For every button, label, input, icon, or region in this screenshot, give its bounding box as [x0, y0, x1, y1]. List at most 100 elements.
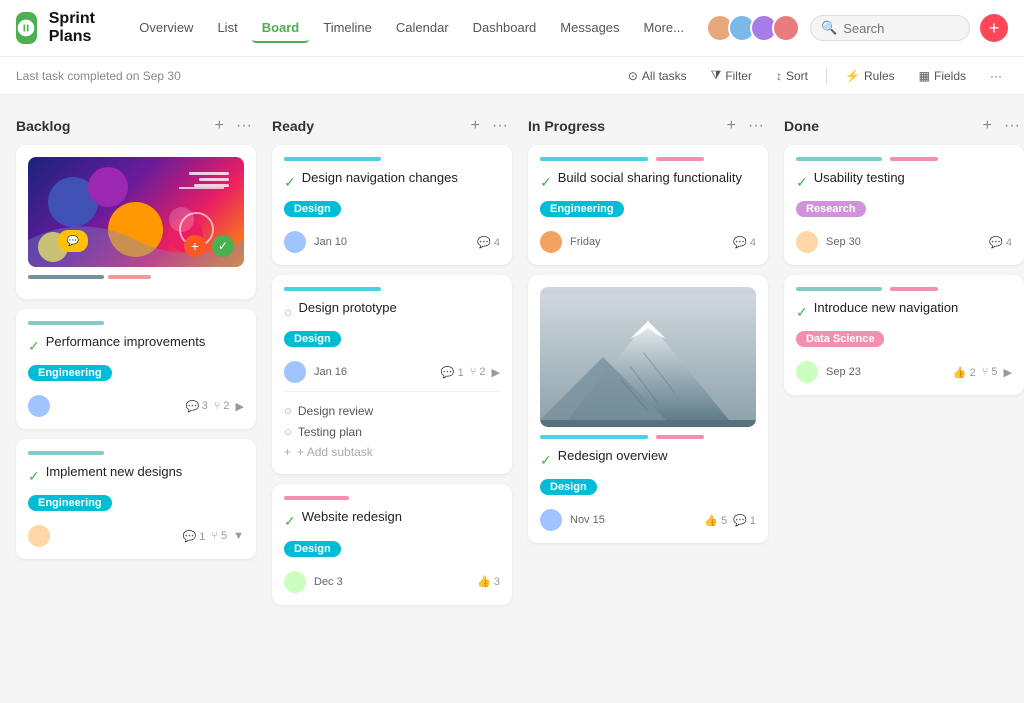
tab-board[interactable]: Board	[252, 14, 310, 43]
card-footer: Nov 15 👍 5 💬 1	[540, 509, 756, 531]
tag-engineering: Engineering	[28, 365, 112, 381]
expand-icon[interactable]: ▶	[1004, 366, 1012, 379]
expand-icon[interactable]: ▼	[233, 530, 244, 542]
more-icon: ▶	[236, 400, 244, 413]
column-add-btn[interactable]: +	[979, 115, 996, 137]
like-count: 👍 2	[953, 366, 976, 379]
search-box[interactable]: 🔍	[810, 15, 970, 41]
card-build-social: ✓ Build social sharing functionality Eng…	[528, 145, 768, 265]
card-title: Performance improvements	[46, 333, 206, 351]
card-redesign-overview: ✓ Redesign overview Design Nov 15 👍 5 💬 …	[528, 275, 768, 543]
sort-icon: ↕	[776, 69, 782, 83]
card-title: Build social sharing functionality	[558, 169, 742, 187]
all-tasks-btn[interactable]: ⊙ All tasks	[622, 66, 693, 86]
tab-messages[interactable]: Messages	[550, 14, 629, 43]
avatar	[284, 231, 306, 253]
more-options-btn[interactable]: ···	[984, 66, 1008, 86]
tag-engineering: Engineering	[28, 495, 112, 511]
card-footer: Dec 3 👍 3	[284, 571, 500, 593]
subtask-item: ○ Design review	[284, 400, 500, 421]
add-subtask-btn[interactable]: + + Add subtask	[284, 442, 500, 462]
tab-overview[interactable]: Overview	[129, 14, 203, 43]
color-bars	[28, 321, 244, 325]
color-bars	[284, 287, 500, 291]
card-stats: 💬 4	[477, 236, 500, 249]
avatar	[540, 509, 562, 531]
tab-list[interactable]: List	[207, 14, 247, 43]
color-bar	[796, 157, 882, 161]
color-bar	[284, 157, 381, 161]
speech-icon: 💬	[58, 230, 88, 252]
comment-count: 💬 4	[477, 236, 500, 249]
card-check: ✓ Usability testing	[796, 169, 1012, 195]
column-title-backlog: Backlog	[16, 118, 70, 134]
subtask-list: ○ Design review ○ Testing plan + + Add s…	[284, 391, 500, 462]
column-menu-btn[interactable]: ···	[1000, 115, 1024, 137]
card-check: ○ Design prototype	[284, 299, 500, 325]
line-group	[189, 172, 229, 187]
color-bar	[796, 287, 882, 291]
expand-icon[interactable]: ▶	[492, 366, 500, 379]
last-task-status: Last task completed on Sep 30	[16, 69, 606, 83]
color-bar	[284, 496, 349, 500]
card-stats: 👍 5 💬 1	[704, 514, 756, 527]
add-button[interactable]: +	[980, 14, 1008, 42]
column-header-actions: + ···	[723, 115, 768, 137]
shape	[179, 187, 224, 189]
tag-design: Design	[284, 331, 341, 347]
comment-count: 💬 4	[989, 236, 1012, 249]
column-in-progress: In Progress + ··· ✓ Build social sharing…	[528, 111, 768, 553]
column-menu-btn[interactable]: ···	[744, 115, 768, 137]
sort-btn[interactable]: ↕ Sort	[770, 66, 814, 86]
card-date: Sep 23	[826, 366, 861, 378]
column-add-btn[interactable]: +	[723, 115, 740, 137]
card-stats: 💬 3 ⑂ 2 ▶	[186, 400, 244, 413]
color-bar	[28, 275, 104, 279]
column-header-in-progress: In Progress + ···	[528, 111, 768, 145]
like-count: 👍 5	[704, 514, 727, 527]
check-icon: ✓	[28, 338, 40, 355]
column-backlog: Backlog + ··· ✓	[16, 111, 256, 569]
column-menu-btn[interactable]: ···	[488, 115, 512, 137]
avatar	[772, 14, 800, 42]
sub-bar: Last task completed on Sep 30 ⊙ All task…	[0, 57, 1024, 95]
color-bars	[28, 451, 244, 455]
avatar	[284, 571, 306, 593]
subtask-check-icon: ○	[284, 424, 292, 439]
plus-badge: +	[184, 235, 206, 257]
card-stats: 👍 3	[477, 575, 500, 588]
tab-timeline[interactable]: Timeline	[313, 14, 382, 43]
color-bar	[28, 321, 104, 325]
column-menu-btn[interactable]: ···	[232, 115, 256, 137]
tab-calendar[interactable]: Calendar	[386, 14, 459, 43]
fields-btn[interactable]: ▦ Fields	[913, 66, 972, 86]
card-backlog-hero: ✓ + 💬	[16, 145, 256, 299]
branch-count: ⑂ 5	[211, 530, 227, 542]
card-date: Sep 30	[826, 236, 861, 248]
color-bar	[284, 287, 381, 291]
card-check: ✓ Performance improvements	[28, 333, 244, 359]
tab-dashboard[interactable]: Dashboard	[463, 14, 547, 43]
card-stats: 👍 2 ⑂ 5 ▶	[953, 366, 1012, 379]
column-header-actions: + ···	[979, 115, 1024, 137]
column-header-backlog: Backlog + ···	[16, 111, 256, 145]
card-check: ✓ Introduce new navigation	[796, 299, 1012, 325]
column-add-btn[interactable]: +	[467, 115, 484, 137]
tag-research: Research	[796, 201, 866, 217]
circle-icon: ⊙	[628, 69, 638, 83]
card-design-prototype: ○ Design prototype Design Jan 16 💬 1 ⑂ 2…	[272, 275, 512, 474]
card-title: Design prototype	[298, 299, 396, 317]
card-title: Usability testing	[814, 169, 905, 187]
check-icon: ✓	[28, 468, 40, 485]
card-date: Nov 15	[570, 514, 605, 526]
board: Backlog + ··· ✓	[0, 95, 1024, 698]
color-bars	[284, 496, 500, 500]
search-input[interactable]	[843, 21, 963, 36]
comment-count: 💬 1	[182, 530, 205, 543]
search-icon: 🔍	[821, 20, 837, 36]
rules-btn[interactable]: ⚡ Rules	[839, 66, 901, 86]
column-header-done: Done + ···	[784, 111, 1024, 145]
tab-more[interactable]: More...	[634, 14, 694, 43]
column-add-btn[interactable]: +	[211, 115, 228, 137]
filter-btn[interactable]: ⧩ Filter	[705, 65, 758, 86]
